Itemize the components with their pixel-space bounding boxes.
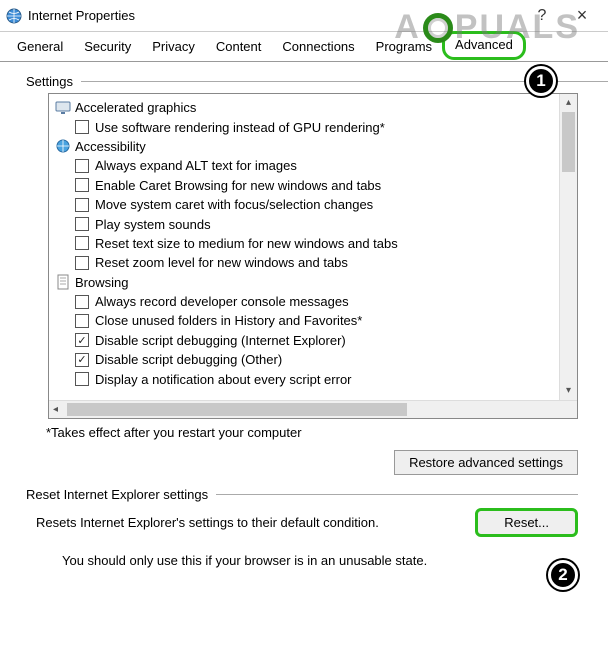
tab-security[interactable]: Security xyxy=(73,33,142,62)
settings-group-label: Settings xyxy=(26,74,608,89)
tree-item[interactable]: ✓ Disable script debugging (Internet Expl… xyxy=(53,331,577,350)
reset-group-label-text: Reset Internet Explorer settings xyxy=(26,487,208,502)
page-icon xyxy=(55,274,71,290)
tree-item[interactable]: Reset zoom level for new windows and tab… xyxy=(53,253,577,272)
tree-item-label: Disable script debugging (Other) xyxy=(95,352,282,367)
checkbox[interactable] xyxy=(75,314,89,328)
tree-item[interactable]: Move system caret with focus/selection c… xyxy=(53,195,577,214)
tab-advanced[interactable]: Advanced xyxy=(442,31,526,60)
tree-item-label: Disable script debugging (Internet Explo… xyxy=(95,333,346,348)
tree-category: Browsing xyxy=(53,273,577,292)
tree-item[interactable]: Display a notification about every scrip… xyxy=(53,369,577,388)
tab-content[interactable]: Content xyxy=(205,33,273,62)
tab-strip: General Security Privacy Content Connect… xyxy=(0,32,608,62)
tree-item-label: Always record developer console messages xyxy=(95,294,349,309)
restore-row: Restore advanced settings xyxy=(0,450,578,475)
scroll-up-arrow-icon[interactable]: ▴ xyxy=(560,94,577,112)
tab-general[interactable]: General xyxy=(6,33,74,62)
tab-connections[interactable]: Connections xyxy=(271,33,365,62)
reset-warning: You should only use this if your browser… xyxy=(62,553,578,568)
scroll-down-arrow-icon[interactable]: ▾ xyxy=(560,382,577,400)
checkbox[interactable] xyxy=(75,198,89,212)
scroll-thumb[interactable] xyxy=(562,112,575,172)
globe-icon xyxy=(6,8,22,24)
tree-item[interactable]: Close unused folders in History and Favo… xyxy=(53,311,577,330)
restart-note: *Takes effect after you restart your com… xyxy=(46,425,608,440)
reset-group: Reset Internet Explorer settings Resets … xyxy=(26,487,578,568)
checkbox[interactable]: ✓ xyxy=(75,333,89,347)
checkbox[interactable] xyxy=(75,178,89,192)
reset-description: Resets Internet Explorer's settings to t… xyxy=(36,514,455,532)
scroll-thumb-horizontal[interactable] xyxy=(67,403,407,416)
globe-icon xyxy=(55,138,71,154)
checkbox[interactable] xyxy=(75,159,89,173)
scroll-left-arrow-icon[interactable]: ◂ xyxy=(53,404,58,415)
tree-item-label: Display a notification about every scrip… xyxy=(95,372,352,387)
tree-item-label: Move system caret with focus/selection c… xyxy=(95,197,373,212)
tree-item-label: Always expand ALT text for images xyxy=(95,158,297,173)
tab-privacy[interactable]: Privacy xyxy=(141,33,206,62)
help-button[interactable]: ? xyxy=(522,7,562,25)
checkbox[interactable] xyxy=(75,217,89,231)
tree-category: Accelerated graphics xyxy=(53,98,577,117)
tree-item[interactable]: Always record developer console messages xyxy=(53,292,577,311)
settings-area: Accelerated graphics Use software render… xyxy=(48,93,578,419)
checkbox[interactable] xyxy=(75,236,89,250)
annotation-badge-2: 2 xyxy=(548,560,578,590)
settings-label-text: Settings xyxy=(26,74,73,89)
checkbox[interactable] xyxy=(75,256,89,270)
tree-item[interactable]: Enable Caret Browsing for new windows an… xyxy=(53,176,577,195)
tree-item-label: Play system sounds xyxy=(95,217,211,232)
tree-item[interactable]: ✓ Disable script debugging (Other) xyxy=(53,350,577,369)
tree-category-label: Browsing xyxy=(75,275,128,290)
settings-treeview[interactable]: Accelerated graphics Use software render… xyxy=(48,93,578,419)
tree-item-label: Reset zoom level for new windows and tab… xyxy=(95,255,348,270)
tree-item[interactable]: Always expand ALT text for images xyxy=(53,156,577,175)
restore-advanced-button[interactable]: Restore advanced settings xyxy=(394,450,578,475)
tree-item[interactable]: Reset text size to medium for new window… xyxy=(53,234,577,253)
tree-category-label: Accelerated graphics xyxy=(75,100,196,115)
annotation-badge-1: 1 xyxy=(526,66,556,96)
reset-group-label: Reset Internet Explorer settings xyxy=(26,487,578,502)
horizontal-scrollbar[interactable]: ◂ ▸ xyxy=(49,400,577,418)
tree-item[interactable]: Use software rendering instead of GPU re… xyxy=(53,117,577,136)
vertical-scrollbar[interactable]: ▴ ▾ xyxy=(559,94,577,400)
close-button[interactable]: × xyxy=(562,5,602,26)
titlebar: Internet Properties ? × xyxy=(0,0,608,32)
tree-item-label: Use software rendering instead of GPU re… xyxy=(95,120,385,135)
tree-item-label: Close unused folders in History and Favo… xyxy=(95,313,362,328)
tab-programs[interactable]: Programs xyxy=(365,33,443,62)
checkbox[interactable] xyxy=(75,120,89,134)
tree-category: Accessibility xyxy=(53,137,577,156)
tree-item-label: Reset text size to medium for new window… xyxy=(95,236,398,251)
checkbox[interactable] xyxy=(75,372,89,386)
tree-item-label: Enable Caret Browsing for new windows an… xyxy=(95,178,381,193)
checkbox[interactable] xyxy=(75,295,89,309)
reset-button[interactable]: Reset... xyxy=(475,508,578,537)
window-title: Internet Properties xyxy=(28,8,522,23)
monitor-icon xyxy=(55,100,71,116)
tree-item[interactable]: Play system sounds xyxy=(53,214,577,233)
checkbox[interactable]: ✓ xyxy=(75,353,89,367)
tree-category-label: Accessibility xyxy=(75,139,146,154)
